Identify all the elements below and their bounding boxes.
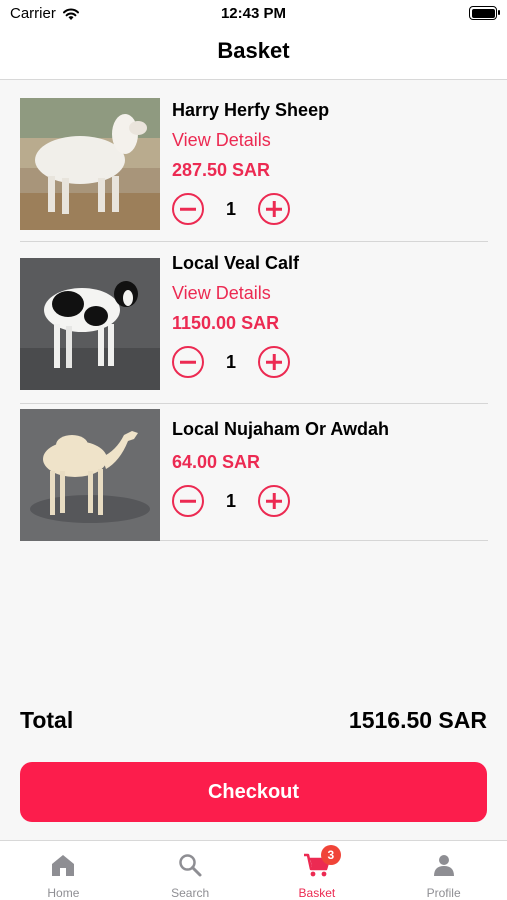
product-price: 64.00 SAR	[172, 452, 261, 472]
basket-item: Local Veal Calf View Details 1150.00 SAR…	[20, 242, 488, 404]
page-title: Basket	[217, 38, 290, 63]
basket-count-badge: 3	[320, 845, 341, 865]
total-row: Total 1516.50 SAR	[20, 705, 487, 735]
product-price: 287.50 SAR	[172, 160, 271, 180]
status-time: 12:43 PM	[220, 5, 287, 22]
tab-profile[interactable]: Profile	[380, 841, 507, 900]
total-label: Total	[20, 706, 74, 733]
product-image-calf[interactable]	[20, 258, 160, 390]
product-image-sheep[interactable]	[20, 98, 160, 230]
checkout-button[interactable]: Checkout	[20, 762, 487, 822]
status-bar: Carrier 12:43 PM	[0, 0, 507, 30]
quantity-value: 1	[225, 490, 236, 511]
item-details: Harry Herfy Sheep View Details 287.50 SA…	[172, 99, 329, 225]
product-name: Local Veal Calf	[172, 253, 300, 273]
battery-icon	[469, 6, 500, 20]
quantity-stepper: 1	[172, 346, 299, 378]
basket-list: Harry Herfy Sheep View Details 287.50 SA…	[20, 90, 488, 541]
quantity-value: 1	[225, 351, 236, 372]
basket-item: Harry Herfy Sheep View Details 287.50 SA…	[20, 90, 488, 242]
product-name: Harry Herfy Sheep	[172, 100, 330, 120]
tab-label: Basket	[298, 886, 336, 900]
increase-quantity-button[interactable]	[258, 193, 290, 225]
basket-item: Local Nujaham Or Awdah 64.00 SAR 1	[20, 404, 488, 541]
increase-quantity-button[interactable]	[258, 346, 290, 378]
view-details-link[interactable]: View Details	[172, 282, 299, 304]
quantity-stepper: 1	[172, 193, 329, 225]
item-details: Local Nujaham Or Awdah 64.00 SAR 1	[172, 418, 389, 517]
product-price: 1150.00 SAR	[172, 313, 280, 333]
profile-icon	[432, 851, 456, 878]
quantity-stepper: 1	[172, 485, 389, 517]
home-icon	[50, 851, 76, 878]
decrease-quantity-button[interactable]	[172, 485, 204, 517]
cart-icon: 3	[303, 845, 341, 878]
tab-basket[interactable]: 3 Basket	[254, 841, 381, 900]
total-value: 1516.50 SAR	[348, 706, 487, 733]
tab-label: Search	[171, 886, 210, 900]
tab-bar: Home Search 3 Basket Profile	[0, 840, 507, 900]
quantity-value: 1	[225, 198, 236, 219]
minus-icon	[180, 360, 196, 364]
tab-label: Home	[47, 886, 80, 900]
increase-quantity-button[interactable]	[258, 485, 290, 517]
search-icon	[177, 851, 203, 878]
nav-header: Basket	[0, 30, 507, 80]
minus-icon	[180, 207, 196, 211]
product-name: Local Nujaham Or Awdah	[172, 419, 390, 439]
tab-home[interactable]: Home	[0, 841, 127, 900]
product-image-camel[interactable]	[20, 409, 160, 541]
decrease-quantity-button[interactable]	[172, 193, 204, 225]
tab-search[interactable]: Search	[127, 841, 254, 900]
minus-icon	[180, 499, 196, 503]
tab-label: Profile	[426, 886, 461, 900]
view-details-link[interactable]: View Details	[172, 129, 329, 151]
decrease-quantity-button[interactable]	[172, 346, 204, 378]
item-details: Local Veal Calf View Details 1150.00 SAR…	[172, 252, 299, 378]
